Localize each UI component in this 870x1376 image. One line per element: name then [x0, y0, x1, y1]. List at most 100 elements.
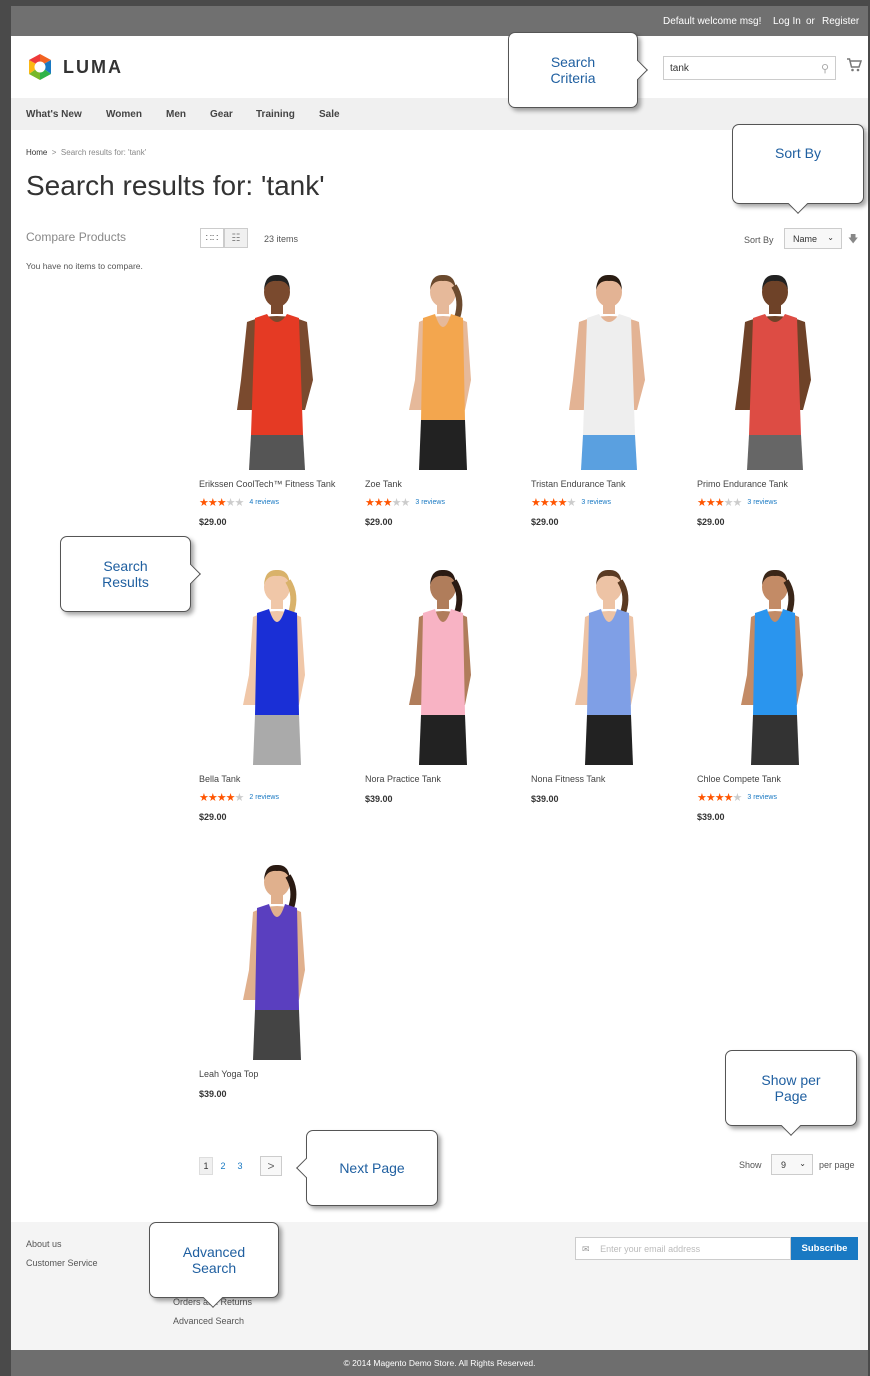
- pagination: 1 2 3 >: [199, 1156, 282, 1176]
- logo-text: LUMA: [63, 56, 123, 77]
- chevron-down-icon: ⌄: [827, 233, 834, 242]
- product-card[interactable]: Primo Endurance Tank ★★★★★ 3 reviews $29.…: [697, 270, 852, 527]
- product-name[interactable]: Erikssen CoolTech™ Fitness Tank: [199, 479, 354, 491]
- header: LUMA tank ⚲: [11, 36, 868, 98]
- rating-stars: ★★★★★: [531, 496, 576, 509]
- rating-stars: ★★★★★: [199, 496, 244, 509]
- product-rating: ★★★★★ 4 reviews: [199, 495, 354, 509]
- page-3[interactable]: 3: [233, 1157, 247, 1175]
- product-image[interactable]: [199, 565, 354, 765]
- product-name[interactable]: Chloe Compete Tank: [697, 774, 852, 786]
- callout-show-per-page: Show per Page: [725, 1050, 857, 1136]
- product-card[interactable]: Leah Yoga Top $39.00: [199, 860, 354, 1099]
- product-rating: ★★★★★ 2 reviews: [199, 790, 354, 804]
- nav-item-sale[interactable]: Sale: [319, 109, 340, 120]
- subscribe-button[interactable]: Subscribe: [791, 1237, 858, 1260]
- nav-item-men[interactable]: Men: [166, 109, 186, 120]
- product-price: $39.00: [365, 794, 393, 804]
- cart-icon[interactable]: [846, 58, 863, 77]
- reviews-link[interactable]: 3 reviews: [747, 794, 777, 801]
- product-image[interactable]: [199, 860, 354, 1060]
- footer-link-customer-service[interactable]: Customer Service: [26, 1258, 98, 1268]
- or-text: or: [806, 16, 815, 27]
- product-card[interactable]: Erikssen CoolTech™ Fitness Tank ★★★★★ 4 r…: [199, 270, 354, 527]
- product-name[interactable]: Leah Yoga Top: [199, 1069, 354, 1081]
- callout-advanced-search: Advanced Search: [149, 1222, 279, 1308]
- product-image[interactable]: [365, 565, 520, 765]
- product-price: $29.00: [531, 517, 559, 527]
- reviews-link[interactable]: 2 reviews: [249, 794, 279, 801]
- callout-search-criteria: Search Criteria: [508, 32, 648, 108]
- product-price: $29.00: [199, 812, 227, 822]
- register-link[interactable]: Register: [822, 16, 859, 27]
- nav-item-whats-new[interactable]: What's New: [26, 109, 82, 120]
- search-input[interactable]: tank ⚲: [663, 56, 836, 80]
- product-card[interactable]: Nona Fitness Tank $39.00: [531, 565, 686, 804]
- nav-item-gear[interactable]: Gear: [210, 109, 233, 120]
- callout-search-results: Search Results: [60, 536, 201, 612]
- list-view-icon[interactable]: ☷: [224, 228, 248, 248]
- sort-by-select[interactable]: Name ⌄: [784, 228, 842, 249]
- footer-link-about[interactable]: About us: [26, 1239, 62, 1249]
- footer-link-advanced-search[interactable]: Advanced Search: [173, 1316, 244, 1326]
- callout-next-page: Next Page: [296, 1130, 438, 1206]
- page-2[interactable]: 2: [216, 1157, 230, 1175]
- sort-by-value: Name: [793, 234, 818, 244]
- breadcrumb-home[interactable]: Home: [26, 148, 47, 157]
- newsletter-email-input[interactable]: ✉ Enter your email address: [575, 1237, 791, 1260]
- product-rating: ★★★★★ 3 reviews: [365, 495, 520, 509]
- product-image[interactable]: [531, 565, 686, 765]
- product-card[interactable]: Bella Tank ★★★★★ 2 reviews $29.00: [199, 565, 354, 822]
- product-image[interactable]: [531, 270, 686, 470]
- product-card[interactable]: Tristan Endurance Tank ★★★★★ 3 reviews $2…: [531, 270, 686, 527]
- product-rating: ★★★★★ 3 reviews: [531, 495, 686, 509]
- product-name[interactable]: Bella Tank: [199, 774, 354, 786]
- product-name[interactable]: Nora Practice Tank: [365, 774, 520, 786]
- product-price: $29.00: [697, 517, 725, 527]
- product-name[interactable]: Primo Endurance Tank: [697, 479, 852, 491]
- nav-item-women[interactable]: Women: [106, 109, 142, 120]
- product-name[interactable]: Tristan Endurance Tank: [531, 479, 686, 491]
- product-image[interactable]: [697, 270, 852, 470]
- nav-item-training[interactable]: Training: [256, 109, 295, 120]
- login-link[interactable]: Log In: [773, 16, 801, 27]
- product-image[interactable]: [365, 270, 520, 470]
- product-card[interactable]: Zoe Tank ★★★★★ 3 reviews $29.00: [365, 270, 520, 527]
- product-card[interactable]: Nora Practice Tank $39.00: [365, 565, 520, 804]
- rating-stars: ★★★★★: [697, 791, 742, 804]
- reviews-link[interactable]: 4 reviews: [249, 499, 279, 506]
- page-title: Search results for: 'tank': [26, 170, 325, 201]
- product-name[interactable]: Zoe Tank: [365, 479, 520, 491]
- rating-stars: ★★★★★: [199, 791, 244, 804]
- luma-logo-icon: [29, 54, 51, 80]
- sort-direction-arrow-icon[interactable]: 🡇: [848, 232, 858, 249]
- logo[interactable]: LUMA: [25, 52, 123, 82]
- product-image[interactable]: [697, 565, 852, 765]
- envelope-icon: ✉: [582, 1244, 590, 1254]
- product-image[interactable]: [199, 270, 354, 470]
- rating-stars: ★★★★★: [365, 496, 410, 509]
- limiter-value: 9: [781, 1160, 787, 1170]
- product-price: $39.00: [697, 812, 725, 822]
- product-card[interactable]: Chloe Compete Tank ★★★★★ 3 reviews $39.00: [697, 565, 852, 822]
- reviews-link[interactable]: 3 reviews: [415, 499, 445, 506]
- product-rating: ★★★★★ 3 reviews: [697, 495, 852, 509]
- breadcrumb-separator: >: [51, 148, 57, 157]
- search-value: tank: [670, 63, 689, 74]
- per-page-label: per page: [819, 1160, 855, 1170]
- callout-search-results-text: Search Results: [102, 558, 149, 590]
- sort-by-label: Sort By: [744, 235, 774, 245]
- callout-show-per-page-text: Show per Page: [761, 1072, 821, 1104]
- show-label: Show: [739, 1160, 762, 1170]
- reviews-link[interactable]: 3 reviews: [747, 499, 777, 506]
- product-name[interactable]: Nona Fitness Tank: [531, 774, 686, 786]
- grid-view-icon[interactable]: ∷∷: [200, 228, 224, 248]
- next-page-button[interactable]: >: [260, 1156, 282, 1176]
- limiter-select[interactable]: 9 ⌄: [771, 1154, 813, 1175]
- search-icon[interactable]: ⚲: [821, 62, 829, 75]
- reviews-link[interactable]: 3 reviews: [581, 499, 611, 506]
- breadcrumb-current: Search results for: 'tank': [60, 148, 147, 157]
- email-placeholder: Enter your email address: [600, 1244, 701, 1254]
- compare-products-empty-text: You have no items to compare.: [26, 261, 143, 271]
- product-price: $39.00: [531, 794, 559, 804]
